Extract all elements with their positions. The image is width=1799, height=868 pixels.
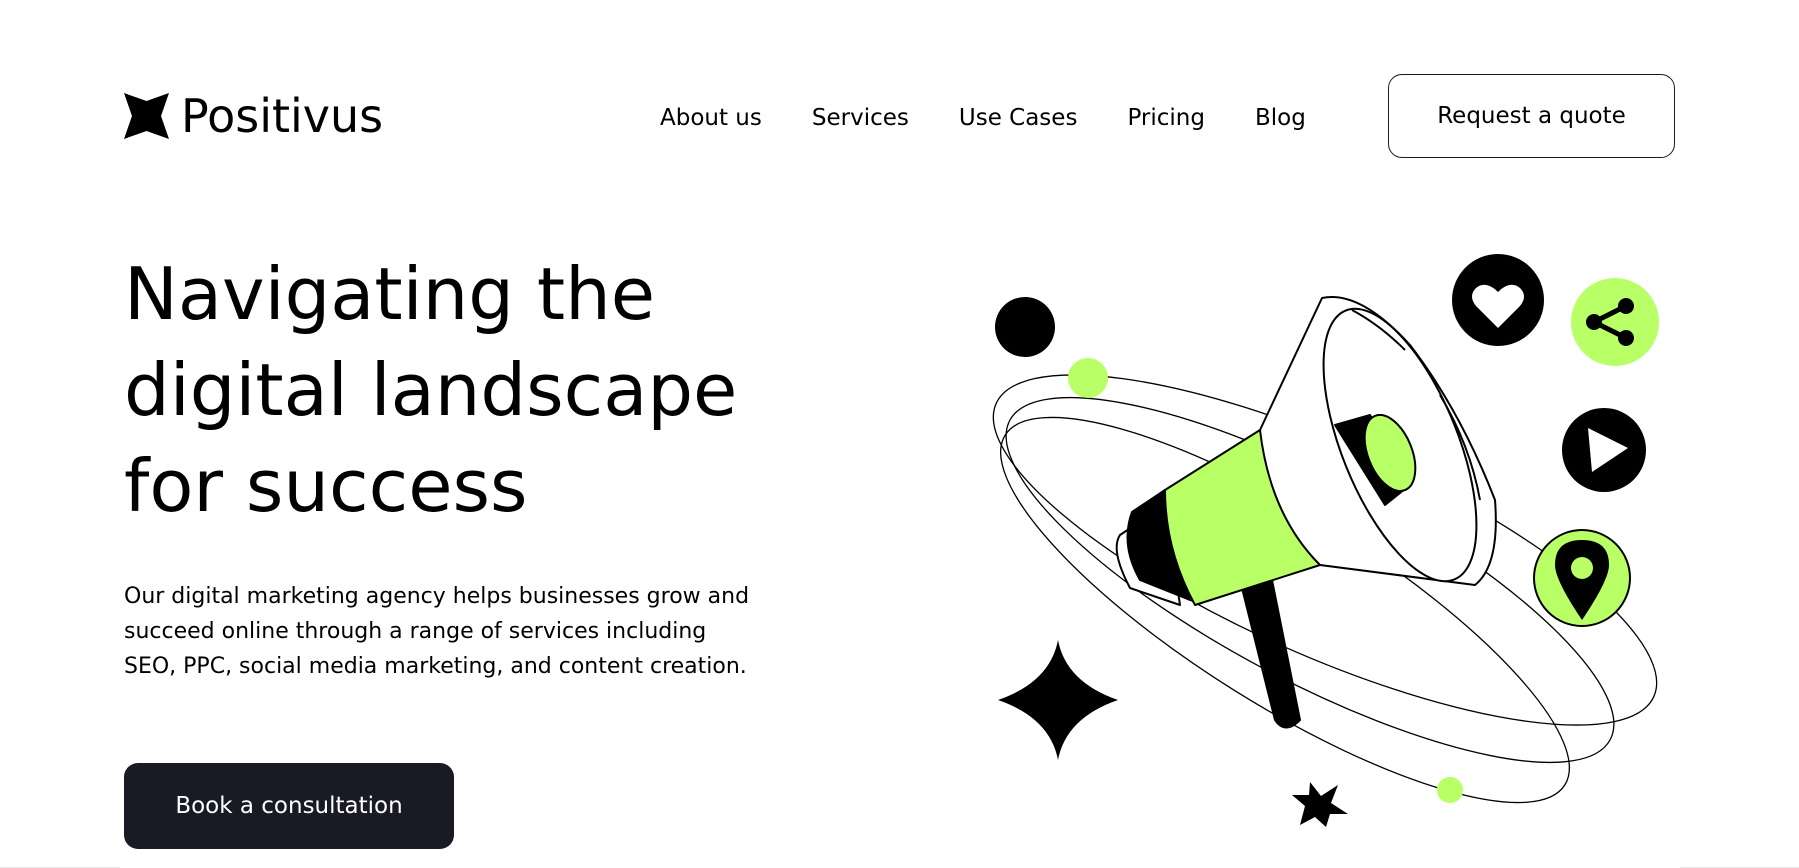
megaphone-illustration — [992, 254, 1659, 827]
small-green-dot-icon — [1437, 777, 1463, 803]
book-consultation-button[interactable]: Book a consultation — [124, 763, 454, 849]
black-dot-icon — [995, 297, 1055, 357]
site-header: Positivus About us Services Use Cases Pr… — [124, 74, 1675, 160]
nav-link-blog[interactable]: Blog — [1255, 103, 1306, 133]
play-icon — [1562, 408, 1646, 492]
nav-link-use-cases[interactable]: Use Cases — [959, 103, 1078, 133]
hero-title: Navigating the digital landscape for suc… — [124, 246, 824, 534]
hero-title-line-2: digital landscape — [124, 348, 738, 432]
hero-title-line-1: Navigating the — [124, 252, 656, 336]
hero-title-line-3: for success — [124, 444, 528, 528]
request-quote-button[interactable]: Request a quote — [1388, 74, 1675, 158]
star-logo-icon — [124, 93, 169, 139]
megaphone-icon — [1115, 296, 1497, 729]
share-icon — [1571, 278, 1659, 366]
sparkle-star-icon — [998, 640, 1118, 760]
nav-link-services[interactable]: Services — [812, 103, 909, 133]
brand-logo[interactable]: Positivus — [124, 90, 383, 142]
nav-link-pricing[interactable]: Pricing — [1127, 103, 1205, 133]
small-sparkle-star-icon — [1292, 782, 1348, 827]
main-nav: About us Services Use Cases Pricing Blog — [660, 103, 1306, 133]
heart-icon — [1452, 254, 1544, 346]
brand-name: Positivus — [181, 89, 384, 143]
hero-description: Our digital marketing agency helps busin… — [124, 584, 750, 679]
location-pin-icon — [1533, 529, 1631, 627]
green-dot-icon — [1068, 358, 1108, 398]
nav-link-about-us[interactable]: About us — [660, 103, 762, 133]
